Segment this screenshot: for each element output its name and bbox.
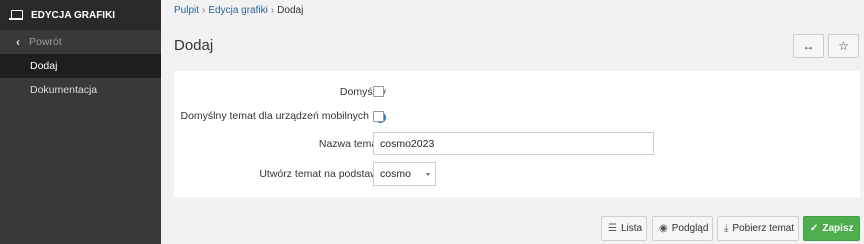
download-button-label: Pobierz temat <box>732 223 795 234</box>
base-theme-select[interactable]: cosmo <box>373 162 436 186</box>
page-title: Dodaj <box>174 37 214 54</box>
eye-icon: ◉ <box>659 223 668 234</box>
download-icon: ⤓ <box>724 223 729 234</box>
breadcrumb-separator: › <box>270 5 275 16</box>
sidebar-item-label: Powrót <box>29 36 62 48</box>
star-icon: ☆ <box>838 39 849 53</box>
theme-name-input[interactable] <box>373 132 654 155</box>
default-checkbox[interactable] <box>373 86 384 97</box>
list-button-label: Lista <box>620 223 643 234</box>
check-icon: ✓ <box>810 223 819 234</box>
breadcrumb-current: Dodaj <box>277 5 304 16</box>
base-theme-label: Utwórz temat na podstawie <box>259 168 386 180</box>
sidebar-item-label: Dodaj <box>30 60 58 72</box>
download-theme-button[interactable]: ⤓ Pobierz temat <box>717 216 799 241</box>
preview-button[interactable]: ◉ Podgląd <box>652 216 713 241</box>
breadcrumb-link-graphics[interactable]: Edycja grafiki <box>208 5 267 16</box>
save-button[interactable]: ✓ Zapisz <box>803 216 860 241</box>
breadcrumb-link-dashboard[interactable]: Pulpit <box>174 5 199 16</box>
sidebar-item-label: Dokumentacja <box>30 84 98 96</box>
sidebar: EDYCJA GRAFIKI ‹ Powrót Dodaj Dokumentac… <box>0 0 161 244</box>
main-content: Pulpit › Edycja grafiki › Dodaj Dodaj ↔ ☆ Do… <box>161 0 864 244</box>
favorite-button[interactable]: ☆ <box>828 34 859 58</box>
breadcrumb: Pulpit › Edycja grafiki › Dodaj <box>174 5 303 16</box>
list-button[interactable]: ☰ Lista <box>601 216 647 241</box>
mobile-default-label: Domyślny temat dla urządzeń mobilnych <box>180 110 370 122</box>
mobile-default-row-label: Domyślny temat dla urządzeń mobilnychi <box>180 110 386 123</box>
caret-down-icon <box>426 173 430 176</box>
base-theme-value: cosmo <box>380 168 411 180</box>
form-panel: Domyślny Domyślny temat dla urządzeń mob… <box>174 71 860 197</box>
breadcrumb-separator: › <box>202 5 206 16</box>
sidebar-item-back[interactable]: ‹ Powrót <box>0 30 161 54</box>
sidebar-title: EDYCJA GRAFIKI <box>31 9 116 21</box>
expand-icon: ↔ <box>802 39 815 53</box>
list-icon: ☰ <box>608 223 617 234</box>
sidebar-item-add[interactable]: Dodaj <box>0 54 161 78</box>
preview-button-label: Podgląd <box>671 223 709 234</box>
mobile-default-checkbox[interactable] <box>373 111 384 122</box>
sidebar-header: EDYCJA GRAFIKI <box>0 0 161 30</box>
expand-button[interactable]: ↔ <box>793 34 824 58</box>
save-button-label: Zapisz <box>822 223 854 234</box>
laptop-icon <box>9 10 23 20</box>
chevron-left-icon: ‹ <box>16 35 20 49</box>
sidebar-item-documentation[interactable]: Dokumentacja <box>0 78 161 102</box>
